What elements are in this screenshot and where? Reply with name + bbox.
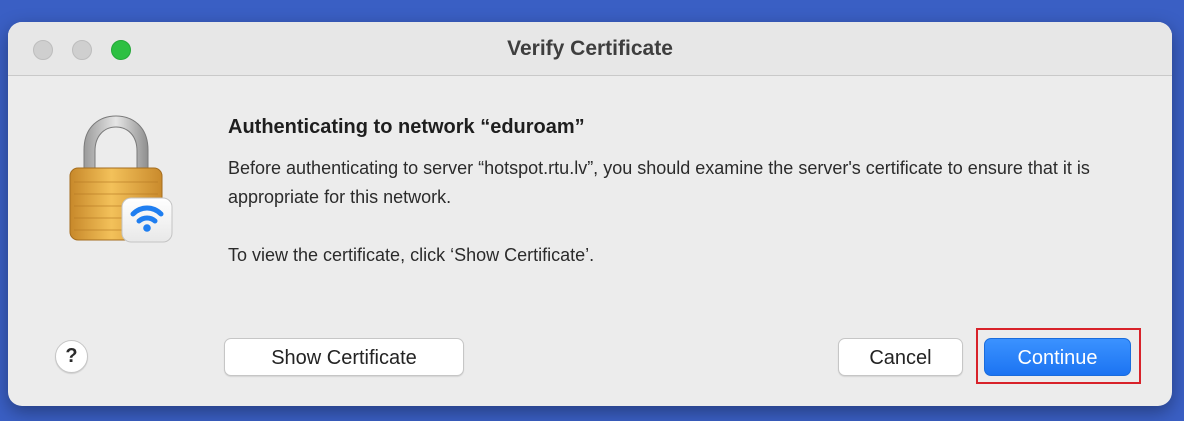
verify-certificate-dialog: Verify Certificate Authenticating to net… [8, 22, 1172, 406]
help-button[interactable]: ? [55, 340, 88, 373]
cancel-button[interactable]: Cancel [838, 338, 963, 376]
dialog-message-area: Before authenticating to server “hotspot… [228, 154, 1108, 270]
continue-button[interactable]: Continue [984, 338, 1131, 376]
dialog-instruction: To view the certificate, click ‘Show Cer… [228, 245, 595, 265]
lock-wifi-icon [69, 115, 173, 243]
dialog-message: Before authenticating to server “hotspot… [228, 158, 1090, 207]
window-title: Verify Certificate [507, 37, 673, 60]
show-certificate-button[interactable]: Show Certificate [224, 338, 464, 376]
title-bar: Verify Certificate [8, 22, 1172, 76]
dialog-heading: Authenticating to network “eduroam” [228, 116, 585, 138]
